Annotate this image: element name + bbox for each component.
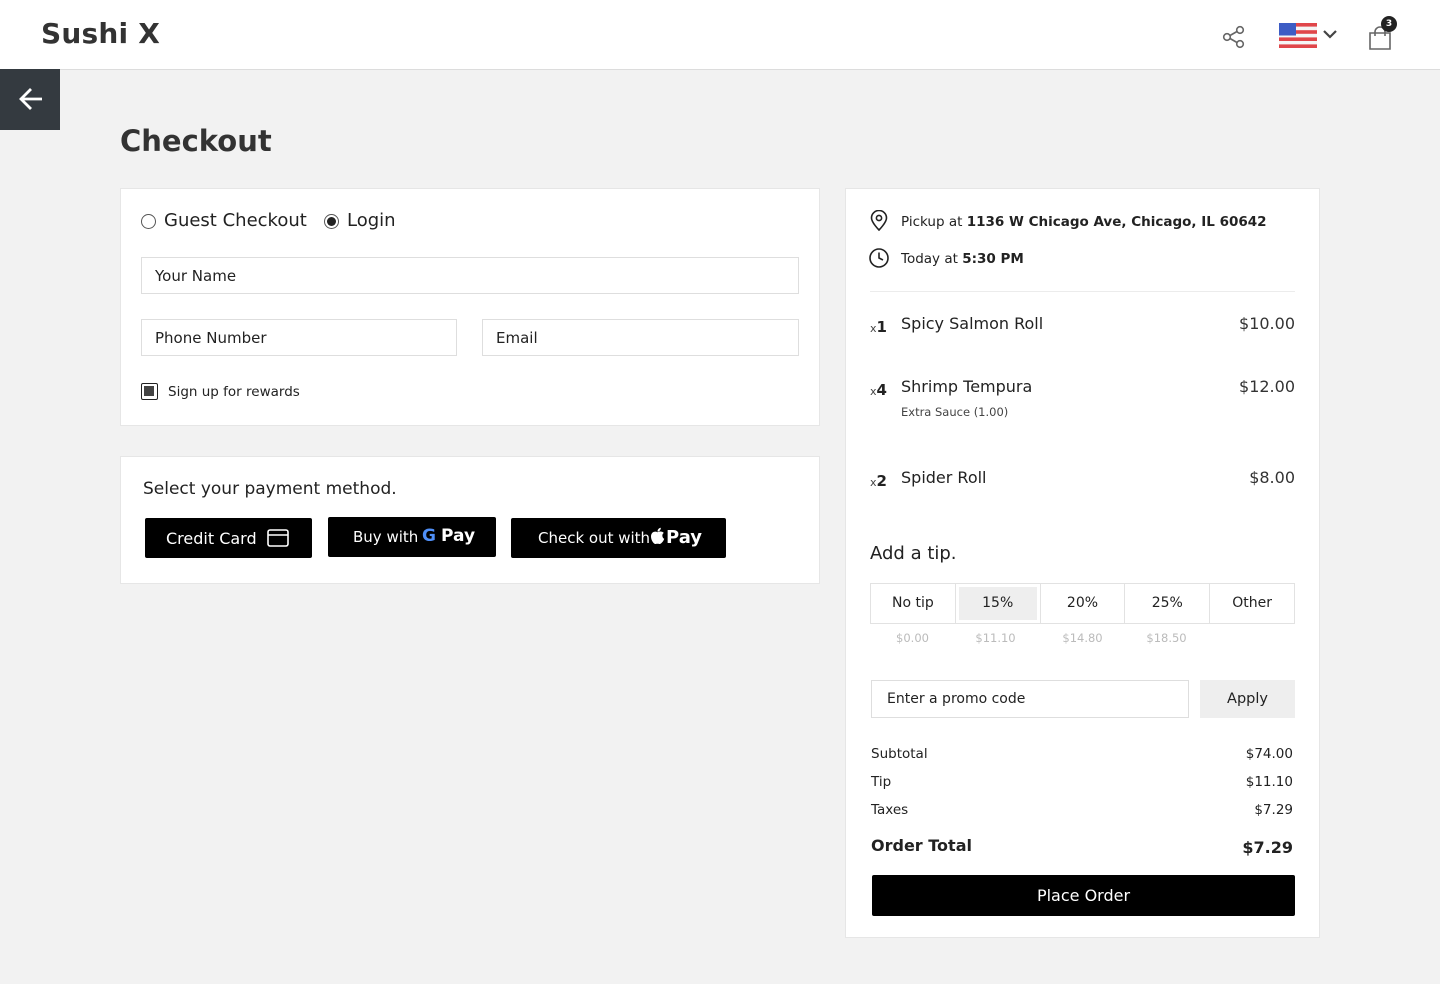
clock-icon	[869, 248, 889, 268]
place-order-button[interactable]: Place Order	[872, 875, 1295, 916]
us-flag-icon	[1279, 23, 1317, 48]
email-input[interactable]	[482, 319, 799, 356]
apply-promo-button[interactable]: Apply	[1200, 680, 1295, 718]
time-prefix: Today at	[901, 251, 958, 267]
tip-option-label: 25%	[1151, 595, 1183, 611]
pickup-address: 1136 W Chicago Ave, Chicago, IL 60642	[966, 214, 1267, 230]
phone-input[interactable]	[141, 319, 457, 356]
brand-logo[interactable]: Sushi X	[41, 17, 160, 50]
login-label[interactable]: Login	[347, 210, 396, 231]
tip-option-label: Other	[1232, 595, 1272, 611]
page-title: Checkout	[120, 124, 272, 158]
payment-heading: Select your payment method.	[143, 479, 397, 499]
taxes-label: Taxes	[871, 802, 909, 818]
tip-amount: $14.80	[1062, 631, 1103, 645]
share-icon	[1222, 25, 1245, 49]
checkbox-fill	[144, 386, 154, 396]
tip-option-15[interactable]: 15%	[956, 584, 1041, 623]
contact-card: Guest Checkout Login Sign up for rewards	[120, 188, 820, 426]
apple-logo-icon	[651, 527, 665, 545]
guest-checkout-radio[interactable]	[141, 214, 156, 229]
promo-code-input[interactable]	[871, 680, 1189, 718]
credit-card-icon	[267, 529, 289, 547]
tip-heading: Add a tip.	[870, 543, 957, 564]
top-bar: Sushi X 3	[0, 0, 1440, 70]
cart-count-badge: 3	[1381, 16, 1397, 32]
order-total-value: $7.29	[1242, 838, 1293, 857]
item-qty: 2	[876, 472, 887, 490]
taxes-row: Taxes $7.29	[871, 802, 1293, 818]
tip-amount: $0.00	[896, 631, 929, 645]
guest-checkout-label[interactable]: Guest Checkout	[164, 210, 307, 231]
tip-row: Tip $11.10	[871, 774, 1293, 790]
cart-item: x2 Spider Roll $8.00	[870, 468, 1295, 492]
time-value: 5:30 PM	[962, 251, 1024, 267]
tip-option-20[interactable]: 20%	[1041, 584, 1126, 623]
order-summary-card: Pickup at 1136 W Chicago Ave, Chicago, I…	[845, 188, 1320, 938]
credit-card-label: Credit Card	[166, 529, 257, 548]
gpay-prefix: Buy with	[353, 528, 419, 546]
cart-item: x4 Shrimp Tempura $12.00 Extra Sauce (1.…	[870, 377, 1295, 425]
applepay-word: Pay	[666, 527, 703, 548]
rewards-label[interactable]: Sign up for rewards	[168, 384, 300, 400]
login-radio[interactable]	[324, 214, 339, 229]
item-price: $12.00	[1239, 377, 1295, 396]
subtotal-label: Subtotal	[871, 746, 928, 762]
order-total-row: Order Total $7.29	[871, 836, 1293, 857]
item-price: $8.00	[1249, 468, 1295, 487]
credit-card-button[interactable]: Credit Card	[145, 518, 312, 558]
item-qty: 1	[876, 318, 887, 336]
tip-option-label: No tip	[892, 595, 934, 611]
language-selector[interactable]	[1279, 22, 1341, 50]
share-button[interactable]	[1220, 23, 1248, 51]
item-price: $10.00	[1239, 314, 1295, 333]
tip-amount: $11.10	[975, 631, 1016, 645]
taxes-value: $7.29	[1254, 802, 1293, 818]
tip-amount: $18.50	[1146, 631, 1187, 645]
tip-option-25[interactable]: 25%	[1125, 584, 1211, 623]
apple-pay-button[interactable]: Check out with Pay	[511, 518, 726, 558]
tip-option-label: 20%	[1066, 595, 1099, 611]
cart-item: x1 Spicy Salmon Roll $10.00	[870, 314, 1295, 338]
arrow-left-icon	[19, 88, 42, 110]
tip-option-none[interactable]: No tip	[871, 584, 956, 623]
tip-value: $11.10	[1245, 774, 1293, 790]
order-total-label: Order Total	[871, 836, 972, 855]
back-button[interactable]	[0, 69, 60, 130]
payment-card: Select your payment method. Credit Card …	[120, 456, 820, 584]
item-name: Spicy Salmon Roll	[901, 314, 1044, 333]
location-pin-icon	[870, 210, 888, 232]
tip-label: Tip	[871, 774, 892, 790]
applepay-prefix: Check out with	[538, 529, 651, 547]
gpay-word: Pay	[441, 526, 476, 546]
name-input[interactable]	[141, 257, 799, 294]
google-pay-button[interactable]: Buy with G Pay	[328, 517, 496, 557]
item-name: Shrimp Tempura	[901, 377, 1033, 396]
item-modifier: Extra Sauce (1.00)	[901, 405, 1009, 419]
tip-option-other[interactable]: Other	[1210, 584, 1294, 623]
rewards-checkbox[interactable]	[141, 383, 158, 400]
subtotal-value: $74.00	[1245, 746, 1293, 762]
chevron-down-icon	[1323, 30, 1337, 39]
tip-selector: No tip 15% 20% 25% Other	[870, 583, 1295, 624]
divider	[870, 291, 1295, 292]
pickup-prefix: Pickup at	[901, 214, 963, 230]
gpay-g-logo: G	[422, 526, 436, 546]
item-qty: 4	[876, 381, 887, 399]
subtotal-row: Subtotal $74.00	[871, 746, 1293, 762]
item-name: Spider Roll	[901, 468, 987, 487]
tip-option-label: 15%	[982, 595, 1014, 611]
